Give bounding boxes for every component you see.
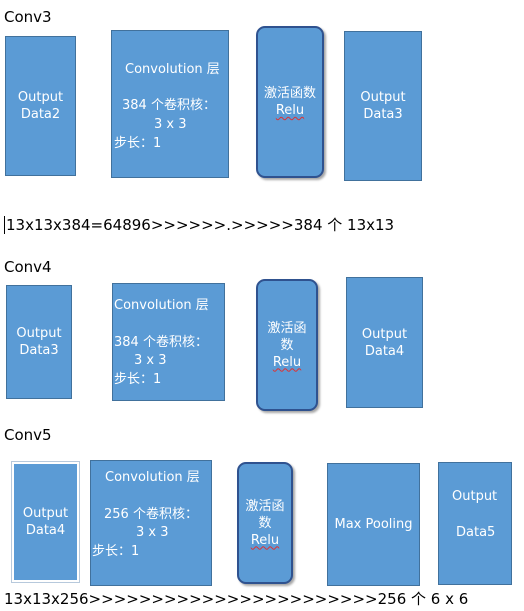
- conv5-output-line1: Output: [452, 489, 498, 504]
- conv3-input-line2: Data2: [20, 107, 61, 122]
- conv3-convolution-box: Convolution 层 384 个卷积核： 3 x 3 步长：1: [111, 30, 229, 178]
- text-cursor: [4, 216, 5, 234]
- conv3-kernel-size: 3 x 3: [154, 117, 187, 132]
- conv5-kernel-count: 256 个卷积核：: [104, 507, 198, 522]
- conv3-input-line1: Output: [17, 90, 64, 105]
- conv3-kernel-count: 384 个卷积核：: [122, 98, 216, 113]
- conv5-convolution-title: Convolution 层: [105, 470, 200, 485]
- conv4-output-box: Output Data4: [346, 277, 423, 408]
- conv4-label: Conv4: [4, 258, 52, 276]
- conv5-output-box: Output Data5: [438, 462, 512, 585]
- conv5-output-line2: Data5: [456, 525, 496, 540]
- conv5-kernel-size: 3 x 3: [136, 525, 169, 540]
- conv5-input-line2: Data4: [25, 523, 66, 538]
- conv4-relu-line2: 数: [280, 337, 294, 353]
- conv4-convolution-title: Convolution 层: [114, 298, 209, 313]
- conv3-relu-line1: 激活函数: [263, 86, 316, 101]
- conv4-relu-line3: Relu: [272, 354, 302, 370]
- conv3-relu-line2: Relu: [275, 103, 305, 118]
- conv3-relu-box: 激活函数 Relu: [256, 26, 324, 178]
- conv4-stride: 步长：1: [114, 372, 162, 387]
- conv3-stride: 步长：1: [114, 136, 162, 151]
- conv3-calculation: 13x13x384=64896>>>>>>.>>>>>384 个 13x13: [6, 216, 395, 234]
- conv5-convolution-box: Convolution 层 256 个卷积核： 3 x 3 步长：1: [90, 460, 212, 586]
- conv5-calculation: 13x13x256>>>>>>>>>>>>>>>>>>>>>>>256 个 6 …: [4, 590, 469, 608]
- conv5-relu-box: 激活函 数 Relu: [237, 462, 293, 584]
- conv4-output-line1: Output: [361, 326, 408, 342]
- conv4-relu-box: 激活函 数 Relu: [256, 279, 318, 411]
- conv3-output-line1: Output: [360, 90, 406, 105]
- conv4-input-line1: Output: [16, 326, 62, 341]
- conv3-label: Conv3: [4, 8, 52, 26]
- conv3-convolution-title: Convolution 层: [125, 62, 220, 77]
- conv5-relu-line2: 数: [258, 515, 272, 531]
- conv5-relu-line3: Relu: [250, 532, 280, 548]
- conv5-label: Conv5: [4, 426, 52, 444]
- conv3-output-box: Output Data3: [344, 31, 422, 181]
- conv3-input-box: Output Data2: [5, 36, 76, 176]
- conv5-stride: 步长：1: [92, 544, 140, 559]
- conv4-input-line2: Data3: [19, 343, 59, 358]
- conv4-relu-line1: 激活函: [267, 320, 307, 336]
- conv4-kernel-size: 3 x 3: [134, 353, 167, 368]
- conv5-input-line1: Output: [22, 506, 69, 521]
- conv4-input-box: Output Data3: [6, 285, 72, 399]
- conv4-kernel-count: 384 个卷积核：: [114, 335, 208, 350]
- conv5-input-box: Output Data4: [11, 461, 80, 583]
- conv4-output-line2: Data4: [364, 343, 405, 359]
- conv5-pool-box: Max Pooling: [327, 463, 420, 586]
- conv5-pool-label: Max Pooling: [334, 517, 413, 532]
- conv5-relu-line1: 激活函: [245, 498, 285, 514]
- conv3-output-line2: Data3: [363, 107, 403, 122]
- conv4-convolution-box: Convolution 层 384 个卷积核： 3 x 3 步长：1: [112, 283, 225, 401]
